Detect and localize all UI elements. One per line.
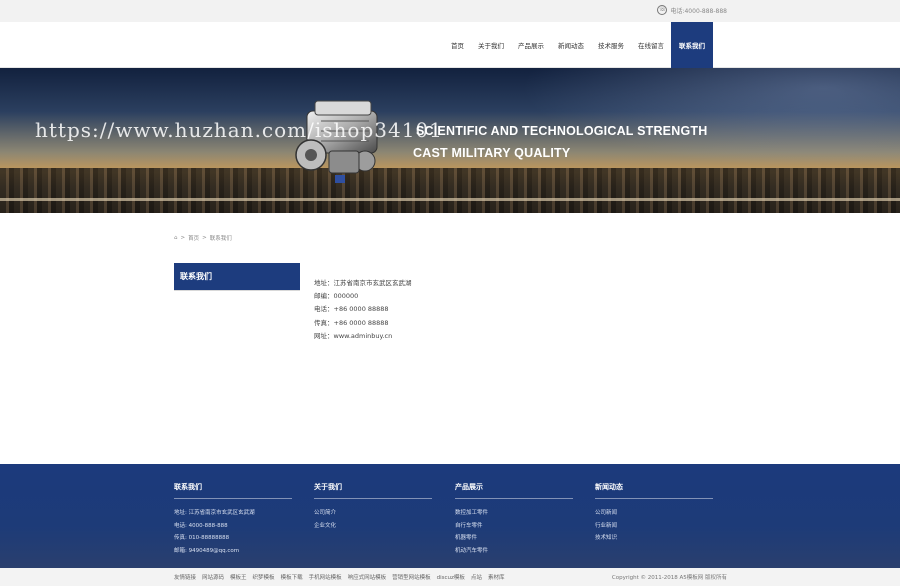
friend-links: 友情链接 网站源码 模板王 织梦模板 模板下载 手机网站模板 响应式网站模板 营… xyxy=(174,573,504,581)
footer-email: 邮箱: 9490489@qq.com xyxy=(174,547,240,554)
top-bar: ☏ 电话:4000-888-888 xyxy=(0,0,900,22)
banner-sky xyxy=(520,68,900,168)
main-nav: 首页 关于我们 产品展示 新闻动态 技术服务 在线留言 联系我们 xyxy=(444,22,713,68)
nav-home[interactable]: 首页 xyxy=(444,22,471,68)
friend-link[interactable]: 模板下载 xyxy=(281,573,303,581)
nav-message[interactable]: 在线留言 xyxy=(631,22,671,68)
footer-link[interactable]: 技术知识 xyxy=(595,532,713,545)
friend-link[interactable]: 营销型网站模板 xyxy=(392,573,431,581)
banner-headline: SCIENTIFIC AND TECHNOLOGICAL STRENGTH xyxy=(416,124,708,138)
footer-link[interactable]: 企业文化 xyxy=(314,520,432,533)
friend-links-label: 友情链接 xyxy=(174,575,197,581)
watermark-text: https://www.huzhan.com/ishop34101 xyxy=(35,118,443,142)
friend-link[interactable]: 网站源码 xyxy=(202,573,224,581)
footer-col-products: 产品展示 数控加工零件 自行车零件 机器零件 机动汽车零件 xyxy=(455,482,573,557)
hotline: ☏ 电话:4000-888-888 xyxy=(657,5,727,15)
nav-news[interactable]: 新闻动态 xyxy=(551,22,591,68)
footer-address: 地址: 江苏省南京市玄武区玄武湖 xyxy=(174,510,255,516)
phone-icon: ☏ xyxy=(657,5,668,15)
contact-postcode: 邮编：000000 xyxy=(314,292,359,301)
breadcrumb: ⌂ > 首页 > 联系我们 xyxy=(174,234,232,242)
banner-city-skyline xyxy=(0,168,900,213)
footer-col-contact: 联系我们 地址: 江苏省南京市玄武区玄武湖 电话: 4000-888-888 传… xyxy=(174,482,292,557)
contact-info: 地址：江苏省南京市玄武区玄武湖 邮编：000000 电话：+86 0000 88… xyxy=(314,277,412,343)
breadcrumb-home[interactable]: 首页 xyxy=(188,234,199,242)
breadcrumb-separator: > xyxy=(202,235,207,241)
footer-link[interactable]: 行业新闻 xyxy=(595,520,713,533)
site-header: 首页 关于我们 产品展示 新闻动态 技术服务 在线留言 联系我们 xyxy=(0,22,900,68)
sidebar-divider xyxy=(174,290,300,291)
footer-bottom-bar: 友情链接 网站源码 模板王 织梦模板 模板下载 手机网站模板 响应式网站模板 营… xyxy=(0,568,900,586)
breadcrumb-current: 联系我们 xyxy=(209,236,232,242)
footer-link[interactable]: 公司新闻 xyxy=(595,507,713,520)
copyright: Copyright © 2011-2018 A5模板网 版权所有 xyxy=(611,575,727,581)
friend-link[interactable]: discuz模板 xyxy=(437,573,465,581)
footer-col-title: 新闻动态 xyxy=(595,482,713,499)
footer-fax: 传真: 010-88888888 xyxy=(174,535,230,541)
friend-link[interactable]: 响应式网站模板 xyxy=(348,573,387,581)
footer-col-news: 新闻动态 公司新闻 行业新闻 技术知识 xyxy=(595,482,713,545)
nav-about[interactable]: 关于我们 xyxy=(471,22,511,68)
footer-link[interactable]: 公司简介 xyxy=(314,507,432,520)
contact-website: 网址：www.adminbuy.cn xyxy=(314,331,393,340)
footer-link[interactable]: 数控加工零件 xyxy=(455,507,573,520)
sidebar-title: 联系我们 xyxy=(174,263,300,290)
footer-link[interactable]: 机动汽车零件 xyxy=(455,545,573,558)
friend-link[interactable]: 织梦模板 xyxy=(253,573,275,581)
friend-link[interactable]: 素材库 xyxy=(488,573,505,581)
hero-banner: SCIENTIFIC AND TECHNOLOGICAL STRENGTH CA… xyxy=(0,68,900,213)
footer-col-about: 关于我们 公司简介 企业文化 xyxy=(314,482,432,532)
footer-link[interactable]: 自行车零件 xyxy=(455,520,573,533)
footer-col-title: 产品展示 xyxy=(455,482,573,499)
nav-contact[interactable]: 联系我们 xyxy=(671,22,713,68)
nav-tech-service[interactable]: 技术服务 xyxy=(591,22,631,68)
contact-fax: 传真：+86 0000 88888 xyxy=(314,318,389,327)
banner-bridge-rail xyxy=(0,198,900,201)
banner-subheadline: CAST MILITARY QUALITY xyxy=(413,146,571,160)
home-icon[interactable]: ⌂ xyxy=(174,235,178,241)
footer-col-title: 联系我们 xyxy=(174,482,292,499)
friend-link[interactable]: 手机网站模板 xyxy=(309,573,342,581)
nav-products[interactable]: 产品展示 xyxy=(511,22,551,68)
hotline-text: 电话:4000-888-888 xyxy=(670,7,727,15)
friend-link[interactable]: 点站 xyxy=(471,573,482,581)
contact-phone: 电话：+86 0000 88888 xyxy=(314,305,389,314)
footer-phone: 电话: 4000-888-888 xyxy=(174,522,228,529)
contact-address: 地址：江苏省南京市玄武区玄武湖 xyxy=(314,279,412,287)
footer-link[interactable]: 机器零件 xyxy=(455,532,573,545)
footer-col-title: 关于我们 xyxy=(314,482,432,499)
friend-link[interactable]: 模板王 xyxy=(230,573,247,581)
site-footer: 联系我们 地址: 江苏省南京市玄武区玄武湖 电话: 4000-888-888 传… xyxy=(0,464,900,568)
breadcrumb-separator: > xyxy=(180,235,186,241)
